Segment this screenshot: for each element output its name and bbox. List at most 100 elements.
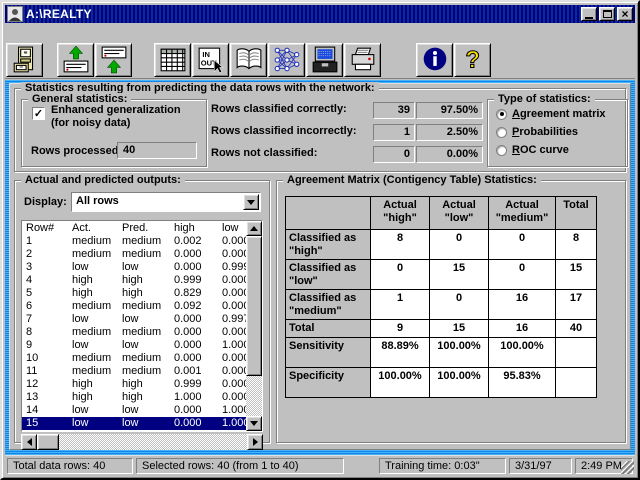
horizontal-scrollbar-thumb[interactable]: [37, 434, 59, 450]
header-total: Total: [556, 197, 596, 229]
maximize-button[interactable]: [599, 7, 615, 21]
network-button[interactable]: [268, 43, 305, 77]
file-cabinet-button[interactable]: [6, 43, 43, 77]
statistics-type-radio[interactable]: ROC curve: [496, 143, 569, 157]
header-actual-medium: Actual "medium": [489, 197, 555, 229]
statistics-type-radio[interactable]: Agreement matrix: [496, 107, 606, 121]
enhanced-generalization-checkbox[interactable]: ✓: [32, 107, 45, 120]
list-item[interactable]: 6 medium medium 0.092 0.000: [22, 300, 246, 313]
radio-label: Agreement matrix: [512, 108, 606, 120]
minimize-button[interactable]: [581, 7, 597, 21]
menu-item[interactable]: [47, 23, 61, 41]
envelope-arrow-up-icon: [62, 46, 90, 74]
neural-network-icon: [273, 46, 301, 74]
agreement-matrix-table: Actual "high" Actual "low" Actual "mediu…: [285, 196, 597, 398]
menu-item[interactable]: [33, 23, 47, 41]
book-button[interactable]: [230, 43, 267, 77]
list-item[interactable]: 9 low low 0.000 1.000: [22, 339, 246, 352]
classification-stat-label: Rows not classified:: [211, 147, 317, 159]
printer-icon: [349, 46, 377, 74]
close-button[interactable]: ×: [617, 7, 633, 21]
cell-value: 15: [430, 260, 488, 289]
app-icon[interactable]: [7, 6, 23, 22]
save-file-button[interactable]: [95, 43, 132, 77]
classification-stat-row: Rows not classified: 0 0.00%: [211, 146, 491, 163]
list-item[interactable]: 4 high high 0.999 0.000: [22, 274, 246, 287]
minimize-icon: [585, 17, 593, 19]
menu-item[interactable]: [61, 23, 75, 41]
list-item[interactable]: 3 low low 0.000 0.999: [22, 261, 246, 274]
arrow-right-icon: [253, 438, 258, 446]
arrow-down-icon: [250, 421, 258, 426]
classification-count-field: 39: [373, 102, 415, 119]
display-combobox-dropdown-button[interactable]: [243, 194, 259, 210]
menu-item[interactable]: [19, 23, 33, 41]
file-cabinet-icon: [11, 46, 39, 74]
cell-value: 1: [371, 290, 429, 319]
cell-value: 15: [430, 320, 488, 337]
monitor-on-disk-icon: [311, 46, 339, 74]
status-bar: Total data rows: 40 Selected rows: 40 (f…: [5, 455, 635, 475]
scroll-up-button[interactable]: [246, 221, 262, 236]
list-item[interactable]: 10 medium medium 0.000 0.000: [22, 352, 246, 365]
maximize-icon: [603, 10, 612, 18]
svg-text:?: ?: [465, 47, 479, 73]
outputs-listbox: Row# Act. Pred. high low 1 medium medium…: [21, 220, 263, 432]
list-item[interactable]: 5 high high 0.829 0.000: [22, 287, 246, 300]
cell-value: 88.89%: [371, 338, 429, 367]
list-item[interactable]: 2 medium medium 0.000 0.000: [22, 248, 246, 261]
list-item[interactable]: 14 low low 0.000 1.000: [22, 404, 246, 417]
status-training-time: Training time: 0:03": [379, 458, 506, 474]
list-item[interactable]: 12 high high 0.999 0.000: [22, 378, 246, 391]
statistics-type-radio[interactable]: Probabilities: [496, 125, 578, 139]
list-item[interactable]: 15 low low 0.000 1.000: [22, 417, 246, 430]
scroll-right-button[interactable]: [247, 434, 263, 450]
title-bar: A:\REALTY ×: [5, 5, 635, 23]
vertical-scrollbar[interactable]: [246, 221, 262, 431]
menu-item[interactable]: [5, 23, 19, 41]
cell-value: 0: [489, 260, 555, 289]
list-item[interactable]: 1 medium medium 0.002 0.000: [22, 235, 246, 248]
in-out-button[interactable]: IN OUT: [192, 43, 229, 77]
help-icon: ?: [459, 46, 487, 74]
resize-grip[interactable]: [621, 461, 634, 474]
table-row: Specificity 100.00% 100.00% 95.83%: [286, 368, 596, 397]
app-icon-image: [7, 6, 23, 22]
list-item[interactable]: 11 medium medium 0.001 0.000: [22, 365, 246, 378]
classification-stat-row: Rows classified correctly: 39 97.50%: [211, 102, 491, 119]
list-item[interactable]: 13 high high 1.000 0.000: [22, 391, 246, 404]
save-screen-button[interactable]: [306, 43, 343, 77]
enhanced-generalization-label: Enhanced generalization (for noisy data): [51, 104, 181, 130]
cell-value: 8: [556, 230, 596, 259]
checkmark-icon: ✓: [34, 108, 43, 120]
cell-value: 95.83%: [489, 368, 555, 397]
arrow-up-icon: [250, 226, 258, 231]
statistics-groupbox: Statistics resulting from predicting the…: [14, 88, 626, 172]
horizontal-scrollbar[interactable]: [21, 434, 263, 450]
display-combobox[interactable]: All rows: [71, 192, 261, 212]
type-of-statistics-group: Type of statistics: Agreement matrix Pro…: [487, 99, 628, 167]
display-label: Display:: [24, 196, 67, 208]
data-grid-button[interactable]: [154, 43, 191, 77]
table-header-row: Actual "high" Actual "low" Actual "mediu…: [286, 197, 596, 229]
info-button[interactable]: [416, 43, 453, 77]
retrieve-file-button[interactable]: [57, 43, 94, 77]
help-button[interactable]: ?: [454, 43, 491, 77]
window-controls: ×: [581, 7, 633, 21]
scroll-left-button[interactable]: [21, 434, 37, 450]
list-item[interactable]: 8 medium medium 0.000 0.000: [22, 326, 246, 339]
col-high: high: [174, 222, 222, 235]
scroll-down-button[interactable]: [246, 416, 262, 431]
row-label: Specificity: [286, 368, 370, 397]
general-statistics-group: General statistics: ✓ Enhanced generaliz…: [21, 99, 207, 167]
toolbar: IN OUT: [5, 41, 635, 79]
classification-percent-field: 2.50%: [416, 124, 483, 141]
rows-processed-label: Rows processed:: [31, 145, 122, 157]
classification-count-field: 1: [373, 124, 415, 141]
vertical-scrollbar-thumb[interactable]: [246, 236, 262, 376]
radio-label: ROC curve: [512, 144, 569, 156]
open-book-icon: [235, 46, 263, 74]
cell-value: 17: [556, 290, 596, 319]
print-button[interactable]: [344, 43, 381, 77]
list-item[interactable]: 7 low low 0.000 0.997: [22, 313, 246, 326]
